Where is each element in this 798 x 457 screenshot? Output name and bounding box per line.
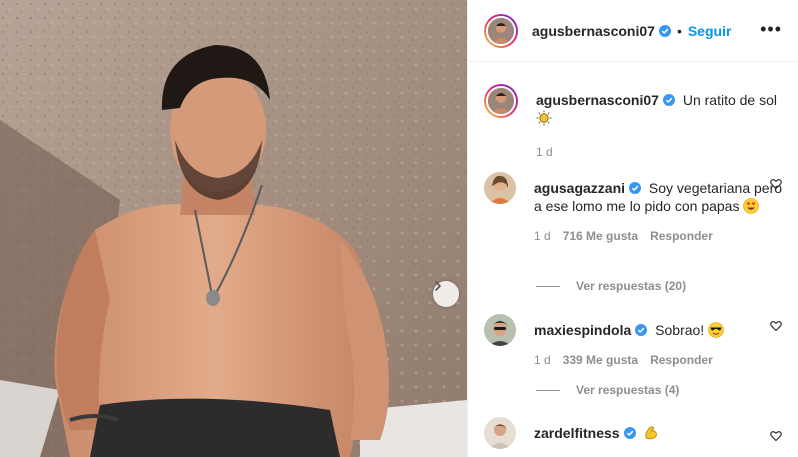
comment-item: zardelfitness — [484, 417, 782, 449]
view-replies-label: Ver respuestas (20) — [576, 279, 687, 293]
heart-eyes-emoji-icon — [743, 198, 760, 214]
commenter-avatar[interactable] — [484, 172, 516, 204]
reply-button[interactable]: Responder — [650, 351, 713, 369]
separator-dot: • — [676, 22, 682, 39]
avatar-photo-icon — [484, 417, 516, 449]
verified-badge-icon — [629, 182, 642, 194]
author-username[interactable]: agusbernasconi07 — [532, 23, 655, 39]
caption-text: Un ratito de sol — [682, 92, 777, 108]
heart-outline-icon[interactable] — [770, 430, 782, 442]
verified-badge-icon — [623, 427, 636, 439]
view-replies-button[interactable]: Ver respuestas (20) — [536, 279, 686, 293]
comment-time[interactable]: 1 d — [534, 227, 551, 245]
follow-button[interactable]: Seguir — [688, 23, 732, 39]
chevron-right-icon — [435, 281, 441, 291]
reply-button[interactable]: Responder — [650, 227, 713, 245]
heart-outline-icon[interactable] — [770, 320, 782, 332]
comment-likes[interactable]: 716 Me gusta — [563, 227, 638, 245]
avatar-photo-icon — [488, 88, 514, 114]
commenter-username[interactable]: maxiespindola — [534, 322, 631, 338]
verified-badge-icon — [635, 324, 648, 336]
comment-text: Sobrao! — [655, 322, 705, 338]
avatar-photo-icon — [484, 314, 516, 346]
post-photo — [0, 0, 467, 457]
avatar-photo-icon — [484, 172, 516, 204]
verified-badge-icon — [658, 24, 671, 37]
view-replies-button[interactable]: Ver respuestas (4) — [536, 383, 679, 397]
post-side-panel: agusbernasconi07 • Seguir ••• agusbernas… — [467, 0, 798, 457]
replies-divider-line — [536, 389, 560, 391]
comment-item: agusagazzani Soy vegetariana pero a ese … — [484, 172, 782, 245]
more-options-icon[interactable]: ••• — [760, 20, 782, 38]
heart-outline-icon[interactable] — [770, 178, 782, 190]
post-header: agusbernasconi07 • Seguir ••• — [468, 0, 798, 62]
verified-badge-icon — [662, 94, 675, 106]
next-photo-button[interactable] — [433, 281, 459, 307]
view-replies-label: Ver respuestas (4) — [576, 383, 680, 397]
flexed-biceps-emoji-icon — [645, 426, 658, 440]
author-avatar[interactable] — [484, 84, 518, 118]
avatar-photo-icon — [488, 17, 514, 44]
commenter-username[interactable]: zardelfitness — [534, 425, 620, 441]
caption: agusbernasconi07 Un ratito de sol 1 d — [484, 84, 782, 161]
commenter-username[interactable]: agusagazzani — [534, 180, 625, 196]
sun-emoji-icon — [536, 110, 552, 126]
caption-username[interactable]: agusbernasconi07 — [536, 92, 659, 108]
comment-item: maxiespindola Sobrao! 1 d 339 Me gusta R… — [484, 314, 782, 369]
replies-divider-line — [536, 285, 560, 287]
comment-likes[interactable]: 339 Me gusta — [563, 351, 638, 369]
sunglasses-emoji-icon — [708, 322, 724, 338]
post-image — [0, 0, 467, 457]
author-avatar[interactable] — [484, 13, 518, 48]
comment-time[interactable]: 1 d — [534, 351, 551, 369]
commenter-avatar[interactable] — [484, 314, 516, 346]
commenter-avatar[interactable] — [484, 417, 516, 449]
caption-time[interactable]: 1 d — [536, 143, 553, 161]
